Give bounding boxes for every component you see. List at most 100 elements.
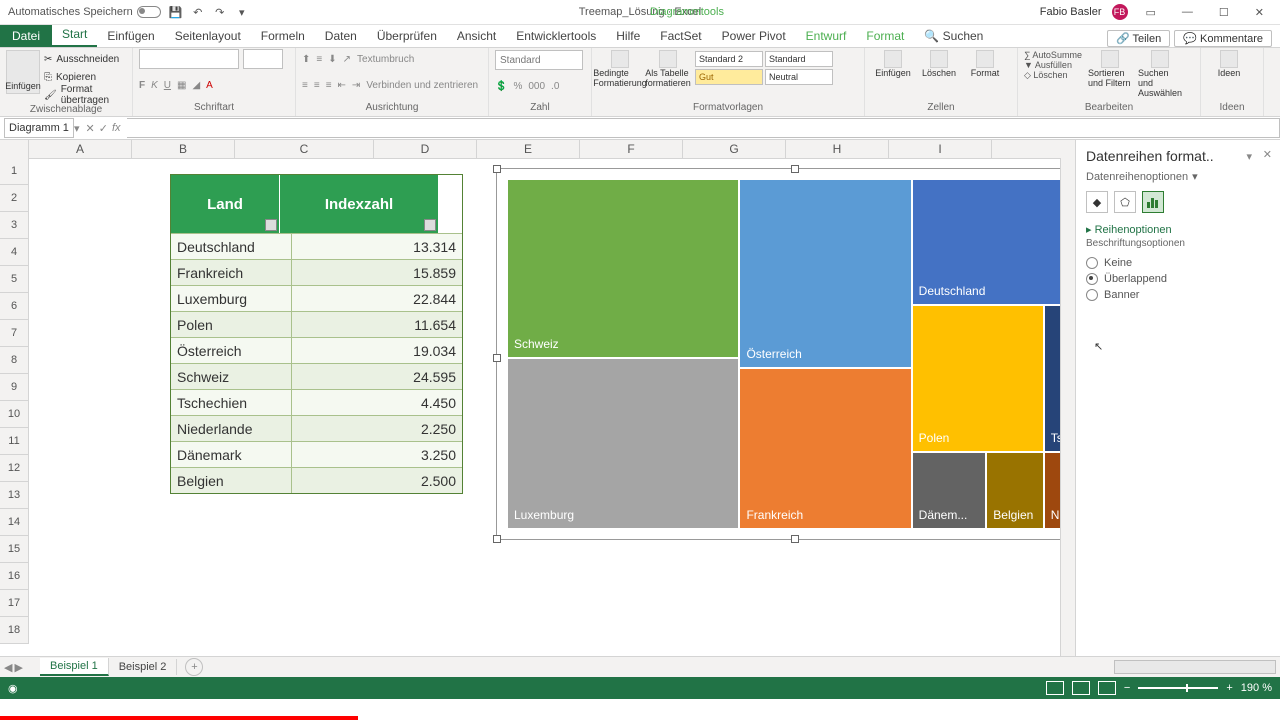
col-header[interactable]: E xyxy=(477,140,580,158)
tile-schweiz[interactable]: Schweiz xyxy=(507,179,739,358)
formula-bar[interactable] xyxy=(127,118,1280,138)
col-header[interactable]: A xyxy=(29,140,132,158)
indent-dec-icon[interactable]: ⇤ xyxy=(338,80,346,91)
clear-button[interactable]: ◇ Löschen xyxy=(1024,70,1082,81)
cell-land[interactable]: Dänemark xyxy=(171,441,292,467)
close-icon[interactable]: ✕ xyxy=(1247,4,1272,21)
row-header[interactable]: 8 xyxy=(0,347,28,374)
row-header[interactable]: 1 xyxy=(0,158,28,185)
cell-land[interactable]: Deutschland xyxy=(171,233,292,259)
cell-land[interactable]: Belgien xyxy=(171,467,292,493)
comma-icon[interactable]: 000 xyxy=(528,81,545,92)
page-break-view-icon[interactable] xyxy=(1098,681,1116,695)
pane-close-icon[interactable]: ✕ xyxy=(1263,148,1272,161)
row-header[interactable]: 12 xyxy=(0,455,28,482)
tell-me-search[interactable]: 🔍 Suchen xyxy=(914,25,993,47)
cell-land[interactable]: Schweiz xyxy=(171,363,292,389)
tile-luxemburg[interactable]: Luxemburg xyxy=(507,358,739,530)
wrap-text-button[interactable]: Textumbruch xyxy=(357,54,414,65)
fill-line-tab-icon[interactable]: ◆ xyxy=(1086,191,1108,213)
table-row[interactable]: Schweiz24.595 xyxy=(171,363,462,389)
cell-land[interactable]: Niederlande xyxy=(171,415,292,441)
table-header-indexzahl[interactable]: Indexzahl xyxy=(280,175,438,233)
table-row[interactable]: Österreich19.034 xyxy=(171,337,462,363)
ideas-button[interactable]: Ideen xyxy=(1207,50,1251,78)
horizontal-scrollbar[interactable] xyxy=(1114,660,1276,674)
cell-indexzahl[interactable]: 2.250 xyxy=(292,415,462,441)
font-color-button[interactable]: A xyxy=(206,80,213,91)
filter-icon[interactable] xyxy=(265,219,277,231)
table-row[interactable]: Dänemark3.250 xyxy=(171,441,462,467)
align-right-icon[interactable]: ≡ xyxy=(326,80,332,91)
filter-icon[interactable] xyxy=(424,219,436,231)
pane-dropdown-icon[interactable]: ▾ xyxy=(1246,150,1252,163)
merge-button[interactable]: Verbinden und zentrieren xyxy=(366,80,478,91)
col-header[interactable]: D xyxy=(374,140,477,158)
file-tab[interactable]: Datei xyxy=(0,25,52,47)
format-cells-button[interactable]: Format xyxy=(963,50,1007,78)
italic-button[interactable]: K xyxy=(151,80,158,91)
cell-indexzahl[interactable]: 2.500 xyxy=(292,467,462,493)
format-painter-button[interactable]: 🖌 Format übertragen xyxy=(44,86,126,104)
cell-indexzahl[interactable]: 4.450 xyxy=(292,389,462,415)
align-center-icon[interactable]: ≡ xyxy=(314,80,320,91)
row-header[interactable]: 10 xyxy=(0,401,28,428)
underline-button[interactable]: U xyxy=(164,80,171,91)
record-macro-icon[interactable]: ◉ xyxy=(8,682,18,695)
row-header[interactable]: 9 xyxy=(0,374,28,401)
user-avatar[interactable]: FB xyxy=(1112,4,1128,20)
zoom-out-icon[interactable]: − xyxy=(1124,682,1130,694)
row-header[interactable]: 13 xyxy=(0,482,28,509)
autosum-button[interactable]: ∑ AutoSumme xyxy=(1024,50,1082,60)
autosave-toggle[interactable]: Automatisches Speichern xyxy=(8,6,161,18)
table-row[interactable]: Luxemburg22.844 xyxy=(171,285,462,311)
percent-icon[interactable]: % xyxy=(513,81,522,92)
radio-ueberlappend[interactable]: Überlappend xyxy=(1086,273,1270,285)
sort-filter-button[interactable]: Sortieren und Filtern xyxy=(1088,50,1132,98)
fill-button[interactable]: ▼ Ausfüllen xyxy=(1024,60,1082,70)
zoom-slider[interactable] xyxy=(1138,687,1218,689)
cellstyle[interactable]: Standard xyxy=(765,51,833,67)
cell-land[interactable]: Polen xyxy=(171,311,292,337)
comments-button[interactable]: 💬 Kommentare xyxy=(1174,30,1272,47)
tab-hilfe[interactable]: Hilfe xyxy=(606,25,650,47)
qat-customize-icon[interactable]: ▾ xyxy=(235,5,249,19)
cell-land[interactable]: Frankreich xyxy=(171,259,292,285)
tile-frankreich[interactable]: Frankreich xyxy=(739,368,911,529)
tab-factset[interactable]: FactSet xyxy=(650,25,711,47)
insert-cells-button[interactable]: Einfügen xyxy=(871,50,915,78)
orientation-icon[interactable]: ↗ xyxy=(343,54,351,65)
cancel-icon[interactable]: ✕ xyxy=(86,122,95,135)
format-as-table-button[interactable]: Als Tabelle formatieren xyxy=(646,50,690,88)
cellstyle[interactable]: Standard 2 xyxy=(695,51,763,67)
tab-formeln[interactable]: Formeln xyxy=(251,25,315,47)
row-header[interactable]: 6 xyxy=(0,293,28,320)
table-row[interactable]: Deutschland13.314 xyxy=(171,233,462,259)
tile-polen[interactable]: Polen xyxy=(912,305,1044,452)
fill-color-button[interactable]: ◢ xyxy=(192,80,200,91)
table-row[interactable]: Frankreich15.859 xyxy=(171,259,462,285)
col-header[interactable]: B xyxy=(132,140,235,158)
normal-view-icon[interactable] xyxy=(1046,681,1064,695)
radio-banner[interactable]: Banner xyxy=(1086,289,1270,301)
cell-indexzahl[interactable]: 22.844 xyxy=(292,285,462,311)
worksheet[interactable]: A B C D E F G H I 1234567891011121314151… xyxy=(0,140,1075,656)
save-icon[interactable]: 💾 xyxy=(169,5,183,19)
indent-inc-icon[interactable]: ⇥ xyxy=(352,80,360,91)
delete-cells-button[interactable]: Löschen xyxy=(917,50,961,78)
col-header[interactable]: F xyxy=(580,140,683,158)
tab-format[interactable]: Format xyxy=(856,25,914,47)
row-header[interactable]: 14 xyxy=(0,509,28,536)
table-row[interactable]: Belgien2.500 xyxy=(171,467,462,493)
tile-daenemark[interactable]: Dänem... xyxy=(912,452,987,529)
row-header[interactable]: 7 xyxy=(0,320,28,347)
tab-daten[interactable]: Daten xyxy=(315,25,367,47)
cellstyle[interactable]: Neutral xyxy=(765,69,833,85)
table-row[interactable]: Tschechien4.450 xyxy=(171,389,462,415)
row-header[interactable]: 2 xyxy=(0,185,28,212)
page-layout-view-icon[interactable] xyxy=(1072,681,1090,695)
cut-button[interactable]: ✂ Ausschneiden xyxy=(44,50,126,68)
cell-indexzahl[interactable]: 3.250 xyxy=(292,441,462,467)
maximize-icon[interactable]: ☐ xyxy=(1211,4,1237,21)
inc-dec-icon[interactable]: .0 xyxy=(551,81,559,92)
